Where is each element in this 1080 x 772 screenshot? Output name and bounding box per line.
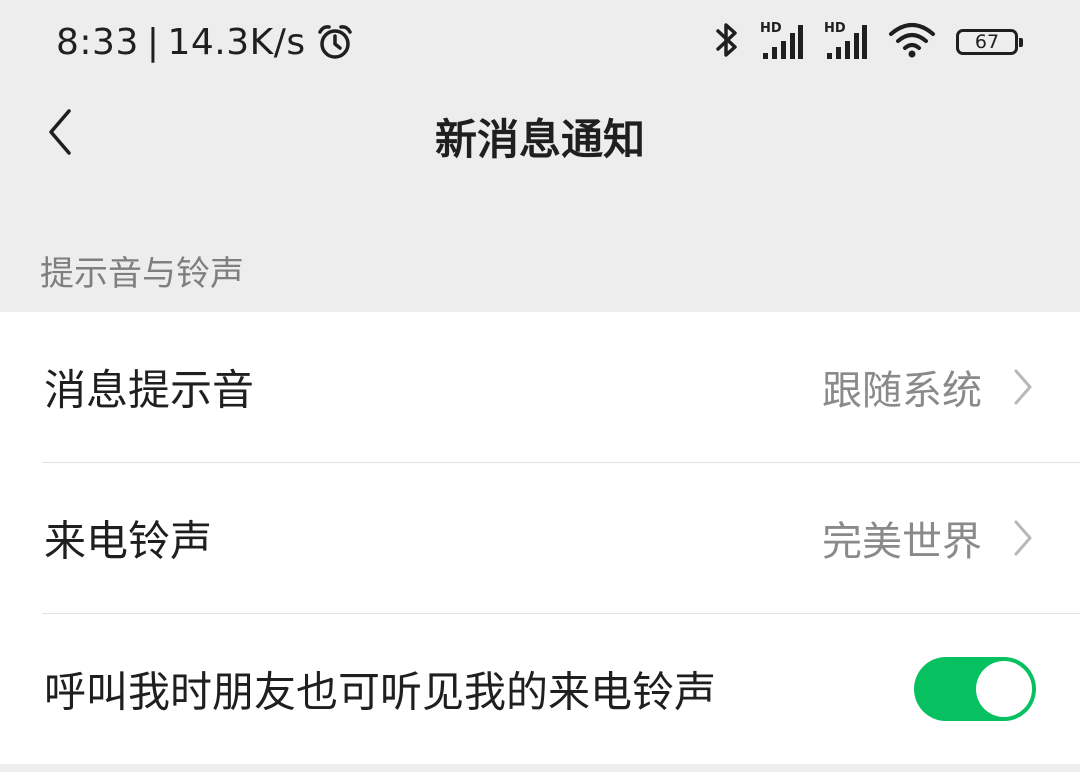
row-label: 消息提示音 xyxy=(44,365,255,415)
row-label: 来电铃声 xyxy=(44,516,213,566)
settings-card: 消息提示音 跟随系统 来电铃声 完美世界 呼叫我时朋友也可听见我的来电铃声 xyxy=(0,312,1080,764)
section-header: 提示音与铃声 xyxy=(40,254,244,294)
settings-row-share-ringtone: 呼叫我时朋友也可听见我的来电铃声 xyxy=(0,614,1080,764)
status-bar: 8:33 | 14.3K/s HD HD 67 xyxy=(0,0,1080,84)
status-left: 8:33 | 14.3K/s xyxy=(56,18,354,66)
bluetooth-icon xyxy=(714,20,740,64)
chevron-right-icon xyxy=(1012,518,1034,558)
battery-icon: 67 xyxy=(956,29,1023,55)
status-time: 8:33 xyxy=(56,21,139,63)
share-ringtone-toggle[interactable] xyxy=(914,657,1036,721)
bottom-strip xyxy=(0,764,1080,772)
row-value: 跟随系统 xyxy=(822,368,982,414)
network-speed: 14.3K/s xyxy=(167,21,306,63)
cell-signal-2-icon: HD xyxy=(824,22,868,62)
page-title: 新消息通知 xyxy=(434,115,645,164)
alarm-clock-icon xyxy=(316,23,354,61)
settings-row-ringtone[interactable]: 来电铃声 完美世界 xyxy=(0,463,1080,613)
settings-row-message-sound[interactable]: 消息提示音 跟随系统 xyxy=(0,312,1080,462)
chevron-right-icon xyxy=(1012,367,1034,407)
row-value: 完美世界 xyxy=(822,519,982,565)
status-right: HD HD 67 xyxy=(714,20,1023,64)
cell-signal-1-icon: HD xyxy=(760,22,804,62)
row-label: 呼叫我时朋友也可听见我的来电铃声 xyxy=(44,667,717,717)
nav-bar: 新消息通知 xyxy=(0,84,1080,188)
status-separator: | xyxy=(146,21,160,63)
wifi-icon xyxy=(888,21,936,63)
battery-level: 67 xyxy=(974,30,1000,53)
toggle-knob xyxy=(976,661,1032,717)
